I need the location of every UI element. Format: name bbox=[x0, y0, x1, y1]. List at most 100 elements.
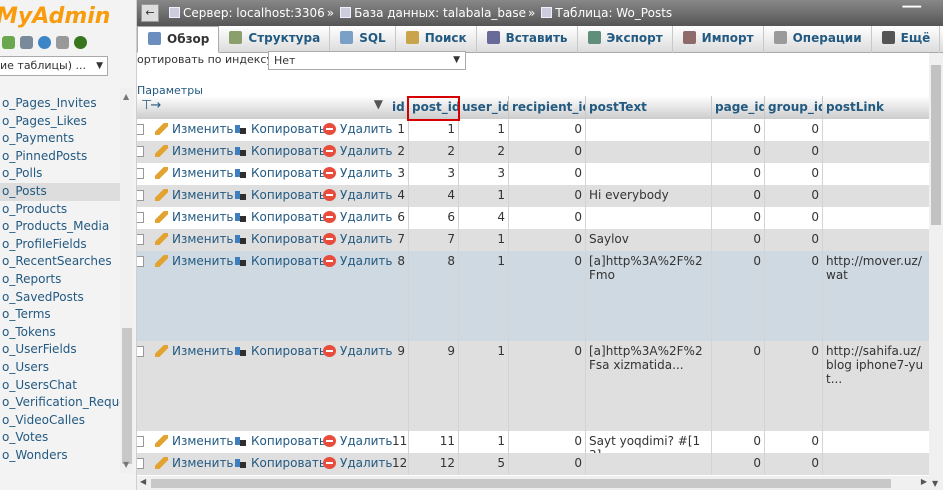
cell-postText[interactable] bbox=[586, 119, 712, 141]
nav-table-item[interactable]: o_RecentSearches bbox=[0, 253, 120, 271]
cell-page_id[interactable]: 0 bbox=[712, 453, 765, 475]
cell-recipient_id[interactable]: 0 bbox=[509, 163, 586, 185]
cell-id[interactable]: 3 bbox=[389, 163, 409, 185]
cell-page_id[interactable]: 0 bbox=[712, 431, 765, 453]
delete-row-link[interactable]: Удалить bbox=[323, 344, 393, 358]
column-header-postText[interactable]: postText bbox=[586, 96, 712, 119]
cell-post_id[interactable]: 8 bbox=[409, 251, 459, 341]
edit-row-link[interactable]: Изменить bbox=[155, 144, 234, 158]
cell-postLink[interactable] bbox=[823, 229, 930, 251]
scroll-right-icon[interactable]: ▶ bbox=[921, 477, 927, 486]
cell-post_id[interactable]: 3 bbox=[409, 163, 459, 185]
scroll-up-icon[interactable]: ▲ bbox=[123, 92, 129, 101]
cell-post_id[interactable]: 9 bbox=[409, 341, 459, 431]
cell-user_id[interactable]: 5 bbox=[459, 453, 509, 475]
nav-table-item[interactable]: o_PinnedPosts bbox=[0, 148, 120, 166]
scroll-left-icon[interactable]: ◀ bbox=[140, 477, 146, 486]
cell-post_id[interactable]: 12 bbox=[409, 453, 459, 475]
delete-row-link[interactable]: Удалить bbox=[323, 434, 393, 448]
copy-row-link[interactable]: Копировать bbox=[234, 122, 326, 136]
column-header-id[interactable]: id bbox=[389, 96, 409, 119]
cell-page_id[interactable]: 0 bbox=[712, 163, 765, 185]
nav-table-item[interactable]: o_Polls bbox=[0, 165, 120, 183]
row-checkbox[interactable] bbox=[137, 212, 144, 223]
scroll-down-icon[interactable]: ▼ bbox=[123, 460, 129, 469]
cell-id[interactable]: 1 bbox=[389, 119, 409, 141]
cell-postText[interactable] bbox=[586, 207, 712, 229]
cell-postLink[interactable] bbox=[823, 119, 930, 141]
cell-id[interactable]: 8 bbox=[389, 251, 409, 341]
cell-post_id[interactable]: 6 bbox=[409, 207, 459, 229]
cell-postLink[interactable] bbox=[823, 141, 930, 163]
expand-columns-icon[interactable]: ⊤→ bbox=[141, 98, 161, 113]
cell-user_id[interactable]: 1 bbox=[459, 251, 509, 341]
edit-row-link[interactable]: Изменить bbox=[155, 122, 234, 136]
nav-scrollbar-thumb[interactable] bbox=[122, 328, 132, 464]
row-checkbox[interactable] bbox=[137, 458, 144, 469]
cell-recipient_id[interactable]: 0 bbox=[509, 185, 586, 207]
collapse-icon[interactable]: ▔▔ bbox=[903, 0, 921, 26]
row-checkbox[interactable] bbox=[137, 256, 144, 267]
cell-page_id[interactable]: 0 bbox=[712, 251, 765, 341]
nav-table-item[interactable]: o_SavedPosts bbox=[0, 289, 120, 307]
copy-row-link[interactable]: Копировать bbox=[234, 232, 326, 246]
cell-group_id[interactable]: 0 bbox=[765, 229, 823, 251]
tab-insert[interactable]: Вставить bbox=[477, 26, 578, 53]
nav-table-item[interactable]: o_Products_Media bbox=[0, 218, 120, 236]
nav-scrollbar[interactable]: ▲ ▼ bbox=[120, 88, 134, 473]
row-checkbox[interactable] bbox=[137, 168, 144, 179]
nav-table-item[interactable]: o_Payments bbox=[0, 130, 120, 148]
tab-export[interactable]: Экспорт bbox=[578, 26, 673, 53]
column-header-group_id[interactable]: group_id bbox=[765, 96, 823, 119]
cell-postText[interactable] bbox=[586, 163, 712, 185]
cell-page_id[interactable]: 0 bbox=[712, 341, 765, 431]
column-header-user_id[interactable]: user_id bbox=[459, 96, 509, 119]
row-checkbox[interactable] bbox=[137, 346, 144, 357]
nav-table-item[interactable]: o_Users bbox=[0, 359, 120, 377]
cell-postText[interactable]: Saylov bbox=[586, 229, 712, 251]
cell-postLink[interactable] bbox=[823, 185, 930, 207]
edit-row-link[interactable]: Изменить bbox=[155, 188, 234, 202]
edit-row-link[interactable]: Изменить bbox=[155, 344, 234, 358]
cell-id[interactable]: 11 bbox=[389, 431, 409, 453]
cell-user_id[interactable]: 3 bbox=[459, 163, 509, 185]
nav-table-item[interactable]: o_Wonders bbox=[0, 447, 120, 465]
cell-user_id[interactable]: 1 bbox=[459, 229, 509, 251]
copy-row-link[interactable]: Копировать bbox=[234, 456, 326, 470]
tab-chevron-down[interactable]: Ещё bbox=[872, 26, 941, 53]
reload-icon[interactable] bbox=[74, 36, 87, 49]
tab-search[interactable]: Поиск bbox=[396, 26, 477, 53]
cell-group_id[interactable]: 0 bbox=[765, 341, 823, 431]
nav-table-item[interactable]: o_Votes bbox=[0, 429, 120, 447]
delete-row-link[interactable]: Удалить bbox=[323, 122, 393, 136]
cell-recipient_id[interactable]: 0 bbox=[509, 341, 586, 431]
cell-group_id[interactable]: 0 bbox=[765, 185, 823, 207]
cell-recipient_id[interactable]: 0 bbox=[509, 229, 586, 251]
delete-row-link[interactable]: Удалить bbox=[323, 254, 393, 268]
cell-user_id[interactable]: 2 bbox=[459, 141, 509, 163]
cell-postLink[interactable] bbox=[823, 163, 930, 185]
nav-table-item[interactable]: o_Reports bbox=[0, 271, 120, 289]
cell-group_id[interactable]: 0 bbox=[765, 251, 823, 341]
cell-post_id[interactable]: 1 bbox=[409, 119, 459, 141]
tab-import[interactable]: Импорт bbox=[673, 26, 764, 53]
delete-row-link[interactable]: Удалить bbox=[323, 166, 393, 180]
nav-table-item[interactable]: o_Posts bbox=[0, 182, 120, 201]
cell-id[interactable]: 9 bbox=[389, 341, 409, 431]
cell-recipient_id[interactable]: 0 bbox=[509, 431, 586, 453]
nav-table-item[interactable]: o_Verification_Reques bbox=[0, 394, 133, 412]
cell-user_id[interactable]: 1 bbox=[459, 431, 509, 453]
cell-id[interactable]: 2 bbox=[389, 141, 409, 163]
copy-row-link[interactable]: Копировать bbox=[234, 254, 326, 268]
cell-postText[interactable] bbox=[586, 141, 712, 163]
cell-post_id[interactable]: 4 bbox=[409, 185, 459, 207]
sort-by-index-select[interactable]: Нет ▼ bbox=[268, 51, 466, 70]
cell-recipient_id[interactable]: 0 bbox=[509, 119, 586, 141]
row-checkbox[interactable] bbox=[137, 190, 144, 201]
cell-user_id[interactable]: 1 bbox=[459, 185, 509, 207]
cell-postLink[interactable] bbox=[823, 453, 930, 475]
cell-group_id[interactable]: 0 bbox=[765, 119, 823, 141]
breadcrumb-server[interactable]: Сервер: localhost:3306 bbox=[183, 6, 325, 20]
home-icon[interactable] bbox=[2, 36, 15, 49]
cell-postLink[interactable]: http://sahifa.uz/blog iphone7-yut... bbox=[823, 341, 930, 431]
